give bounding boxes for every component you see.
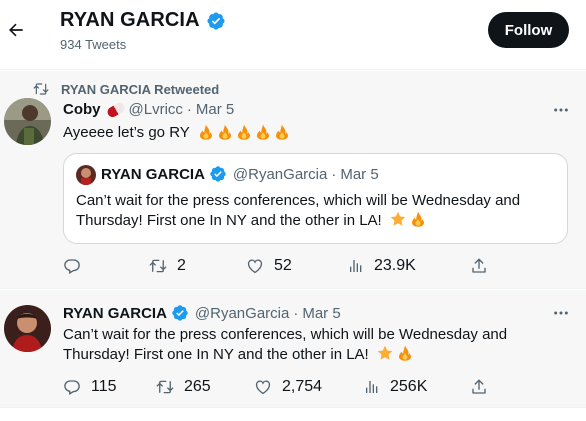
like-button[interactable]: 52 xyxy=(246,257,292,275)
verified-badge-icon xyxy=(171,304,189,322)
share-icon xyxy=(470,257,488,275)
meta-separator: · xyxy=(331,165,337,183)
fire-emoji xyxy=(397,345,413,361)
views-button[interactable]: 23.9K xyxy=(348,257,416,275)
more-options-button[interactable] xyxy=(552,304,570,322)
retweet-icon xyxy=(149,257,167,275)
tweet-date[interactable]: Mar 5 xyxy=(302,305,340,322)
tweet-item[interactable]: RYAN GARCIA Retweeted Coby @Lvricc · Mar… xyxy=(0,71,586,289)
tweet-text-content: Ayeeee let’s go RY xyxy=(63,124,190,141)
share-button[interactable] xyxy=(470,378,488,396)
quoted-text: Can’t wait for the press conferences, wh… xyxy=(76,191,566,231)
verified-badge-icon xyxy=(206,11,226,31)
tweet-text-line1: Can’t wait for the press conferences, wh… xyxy=(63,326,508,343)
reply-icon xyxy=(63,378,81,396)
quoted-avatar xyxy=(76,165,96,185)
more-dots-icon xyxy=(553,107,569,113)
avatar[interactable] xyxy=(4,305,51,352)
retweet-button[interactable]: 2 xyxy=(149,257,186,275)
author-handle[interactable]: @RyanGarcia xyxy=(195,305,289,322)
star-emoji xyxy=(390,211,406,227)
tweet-text: Ayeeee let’s go RY xyxy=(63,123,290,143)
arrow-left-icon xyxy=(9,23,23,37)
views-icon xyxy=(348,258,364,274)
share-icon xyxy=(470,378,488,396)
fire-emojis xyxy=(198,124,290,140)
fire-emoji xyxy=(198,124,214,140)
view-count: 23.9K xyxy=(374,257,416,274)
retweet-context: RYAN GARCIA Retweeted xyxy=(33,81,219,97)
heart-icon xyxy=(254,378,272,396)
fire-emoji xyxy=(255,124,271,140)
quoted-meta: RYAN GARCIA @RyanGarcia · Mar 5 xyxy=(101,165,379,183)
tweet-text: Can’t wait for the press conferences, wh… xyxy=(63,325,573,365)
tweet-meta: Coby @Lvricc · Mar 5 xyxy=(63,100,234,119)
share-button[interactable] xyxy=(470,257,488,275)
fire-emoji xyxy=(236,124,252,140)
retweet-icon xyxy=(33,81,49,97)
tweet-text-line2: Thursday! First one In NY and the other … xyxy=(63,346,369,363)
author-handle[interactable]: @Lvricc xyxy=(129,101,183,118)
profile-name: RYAN GARCIA xyxy=(60,9,200,31)
meta-separator: · xyxy=(293,304,299,322)
quoted-date: Mar 5 xyxy=(340,165,379,183)
follow-button[interactable]: Follow xyxy=(488,12,569,48)
more-dots-icon xyxy=(553,310,569,316)
like-count: 2,754 xyxy=(282,378,323,395)
fire-emoji xyxy=(217,124,233,140)
verified-badge-icon xyxy=(209,165,227,183)
reply-button[interactable]: 115 xyxy=(63,378,117,396)
like-count: 52 xyxy=(274,257,292,274)
avatar[interactable] xyxy=(4,98,51,145)
meta-separator: · xyxy=(186,101,192,118)
quoted-author-name: RYAN GARCIA xyxy=(101,165,205,183)
pill-emoji xyxy=(105,100,126,119)
reply-icon xyxy=(63,257,81,275)
author-name[interactable]: Coby xyxy=(63,101,101,118)
tweet-text-line2-row: Thursday! First one In NY and the other … xyxy=(63,345,573,365)
quoted-text-line2: Thursday! First one In NY and the other … xyxy=(76,212,382,229)
fire-emoji xyxy=(410,211,426,227)
more-options-button[interactable] xyxy=(552,101,570,119)
retweet-button[interactable]: 265 xyxy=(156,378,211,396)
view-count: 256K xyxy=(390,378,428,395)
back-button[interactable] xyxy=(4,14,28,46)
retweet-label: RYAN GARCIA Retweeted xyxy=(61,81,220,97)
profile-header: RYAN GARCIA 934 Tweets Follow xyxy=(0,0,586,70)
star-emoji xyxy=(377,345,393,361)
retweet-count: 265 xyxy=(184,378,211,395)
retweet-icon xyxy=(156,378,174,396)
reply-button[interactable] xyxy=(63,257,91,275)
quoted-tweet[interactable]: RYAN GARCIA @RyanGarcia · Mar 5 Can’t wa… xyxy=(63,153,568,244)
like-button[interactable]: 2,754 xyxy=(254,378,322,396)
tweet-meta: RYAN GARCIA @RyanGarcia · Mar 5 xyxy=(63,304,341,322)
views-icon xyxy=(364,379,380,395)
author-name[interactable]: RYAN GARCIA xyxy=(63,305,167,322)
views-button[interactable]: 256K xyxy=(364,378,427,396)
quoted-handle: @RyanGarcia xyxy=(232,165,328,183)
tweet-date[interactable]: Mar 5 xyxy=(196,101,234,118)
heart-icon xyxy=(246,257,264,275)
quoted-text-line1: Can’t wait for the press conferences, wh… xyxy=(76,192,521,209)
profile-name-row: RYAN GARCIA xyxy=(60,9,226,32)
fire-emoji xyxy=(274,124,290,140)
reply-count: 115 xyxy=(91,378,117,395)
tweet-count: 934 Tweets xyxy=(60,37,127,52)
tweet-item[interactable]: RYAN GARCIA @RyanGarcia · Mar 5 Can’t wa… xyxy=(0,290,586,408)
quoted-text-line2-row: Thursday! First one In NY and the other … xyxy=(76,211,566,231)
retweet-count: 2 xyxy=(177,257,186,274)
